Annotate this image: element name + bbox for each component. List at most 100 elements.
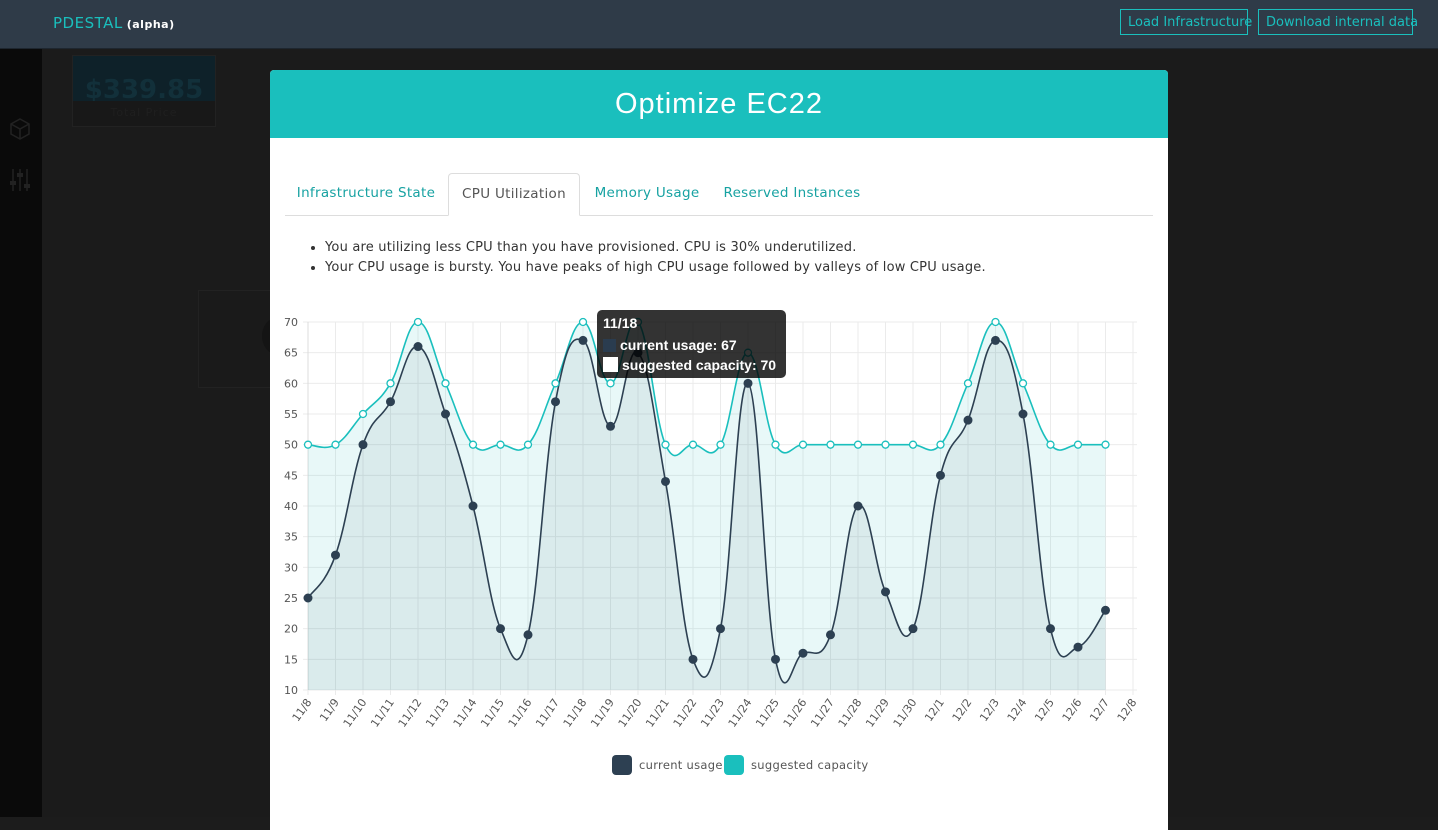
- point-current-usage: [1101, 605, 1110, 615]
- point-current-usage: [578, 335, 588, 345]
- point-current-usage: [1018, 409, 1028, 419]
- brand-suffix: (alpha): [126, 18, 175, 31]
- point-suggested-capacity: [716, 440, 725, 449]
- x-tick-label: 11/20: [616, 696, 645, 729]
- total-price-value: $339.85: [73, 56, 215, 101]
- point-suggested-capacity: [853, 440, 863, 449]
- x-tick-label: 11/26: [781, 696, 810, 729]
- y-tick-label: 30: [284, 561, 298, 574]
- x-tick-label: 12/6: [1060, 696, 1085, 724]
- x-tick-label: 11/29: [863, 696, 892, 729]
- x-tick-label: 12/4: [1005, 696, 1030, 724]
- point-suggested-capacity: [1018, 379, 1028, 388]
- legend-label-suggested-capacity[interactable]: suggested capacity: [751, 755, 868, 775]
- y-tick-label: 15: [284, 653, 298, 666]
- point-current-usage: [386, 397, 395, 407]
- y-tick-label: 50: [284, 439, 298, 452]
- tab-cpu-utilization[interactable]: CPU Utilization: [448, 173, 580, 216]
- point-current-usage: [358, 440, 368, 450]
- x-tick-label: 12/1: [922, 696, 947, 724]
- total-price-label: Total Price: [110, 106, 178, 119]
- point-suggested-capacity: [606, 379, 615, 388]
- point-suggested-capacity: [578, 317, 588, 327]
- point-current-usage: [991, 335, 1000, 345]
- y-tick-label: 40: [284, 500, 298, 513]
- chart-legend: current usage suggested capacity: [270, 755, 1168, 775]
- point-suggested-capacity: [496, 440, 505, 449]
- insight-item: You are utilizing less CPU than you have…: [325, 238, 986, 258]
- y-tick-label: 65: [284, 347, 298, 360]
- point-suggested-capacity: [441, 379, 450, 388]
- point-suggested-capacity: [468, 440, 478, 449]
- point-current-usage: [716, 624, 725, 634]
- x-tick-label: 11/25: [753, 696, 782, 729]
- insights-list: You are utilizing less CPU than you have…: [310, 238, 986, 278]
- modal-title: Optimize EC22: [614, 88, 823, 120]
- point-current-usage: [1046, 624, 1055, 634]
- point-current-usage: [771, 654, 780, 664]
- y-tick-label: 60: [284, 377, 298, 390]
- legend-label-current-usage[interactable]: current usage: [639, 755, 723, 775]
- point-current-usage: [1073, 642, 1083, 652]
- x-tick-label: 12/3: [977, 696, 1002, 724]
- point-suggested-capacity: [1101, 440, 1110, 449]
- brand-logo[interactable]: PDESTAL (alpha): [53, 14, 175, 32]
- tooltip-row-suggested-capacity: suggested capacity: 70: [603, 357, 776, 373]
- point-current-usage: [798, 648, 808, 658]
- point-suggested-capacity: [908, 440, 918, 449]
- tooltip-swatch-suggested: [603, 357, 618, 372]
- download-internal-data-button[interactable]: Download internal data: [1258, 9, 1418, 35]
- x-tick-label: 11/28: [836, 696, 865, 729]
- legend-swatch-current-usage[interactable]: [612, 755, 632, 775]
- point-current-usage: [303, 593, 313, 603]
- point-suggested-capacity: [936, 440, 945, 449]
- point-current-usage: [936, 470, 945, 480]
- point-suggested-capacity: [963, 379, 973, 388]
- point-suggested-capacity: [386, 379, 395, 388]
- y-tick-label: 35: [284, 531, 298, 544]
- tooltip-swatch-current: [603, 339, 616, 352]
- x-tick-label: 11/9: [317, 696, 342, 724]
- x-tick-label: 11/22: [671, 696, 700, 729]
- total-price-card: $339.85 Total Price: [72, 55, 216, 127]
- point-suggested-capacity: [303, 440, 313, 449]
- point-current-usage: [523, 630, 533, 640]
- tab-memory-usage[interactable]: Memory Usage: [583, 173, 711, 215]
- point-current-usage: [413, 342, 423, 352]
- load-infrastructure-button[interactable]: Load Infrastructure: [1120, 9, 1252, 35]
- sliders-icon[interactable]: [8, 167, 32, 191]
- tab-bar: Infrastructure State CPU Utilization Mem…: [285, 173, 1153, 216]
- point-current-usage: [496, 624, 505, 634]
- point-current-usage: [551, 397, 560, 407]
- insight-item: Your CPU usage is bursty. You have peaks…: [325, 258, 986, 278]
- point-current-usage: [853, 501, 863, 511]
- point-suggested-capacity: [798, 440, 808, 449]
- sidebar: [0, 49, 42, 817]
- tab-infrastructure-state[interactable]: Infrastructure State: [285, 173, 447, 215]
- x-tick-label: 11/27: [808, 696, 837, 729]
- point-suggested-capacity: [1046, 440, 1055, 449]
- x-tick-label: 11/30: [891, 696, 920, 729]
- x-tick-label: 11/24: [726, 696, 755, 729]
- cube-icon[interactable]: [8, 117, 32, 141]
- y-tick-label: 55: [284, 408, 298, 421]
- point-suggested-capacity: [1073, 440, 1083, 449]
- point-current-usage: [688, 654, 698, 664]
- x-tick-label: 11/23: [698, 696, 727, 729]
- x-tick-label: 11/14: [451, 696, 480, 729]
- y-tick-label: 45: [284, 469, 298, 482]
- tab-reserved-instances[interactable]: Reserved Instances: [715, 173, 869, 215]
- point-current-usage: [606, 421, 615, 431]
- point-suggested-capacity: [523, 440, 533, 449]
- x-tick-label: 12/5: [1032, 696, 1057, 724]
- y-tick-label: 70: [284, 316, 298, 329]
- y-tick-label: 10: [284, 684, 298, 697]
- x-tick-label: 12/7: [1087, 696, 1112, 724]
- point-suggested-capacity: [661, 440, 670, 449]
- point-current-usage: [908, 624, 918, 634]
- legend-swatch-suggested-capacity[interactable]: [724, 755, 744, 775]
- x-tick-label: 11/21: [643, 696, 672, 729]
- x-tick-label: 11/12: [396, 696, 425, 729]
- point-suggested-capacity: [688, 440, 698, 449]
- y-tick-label: 20: [284, 623, 298, 636]
